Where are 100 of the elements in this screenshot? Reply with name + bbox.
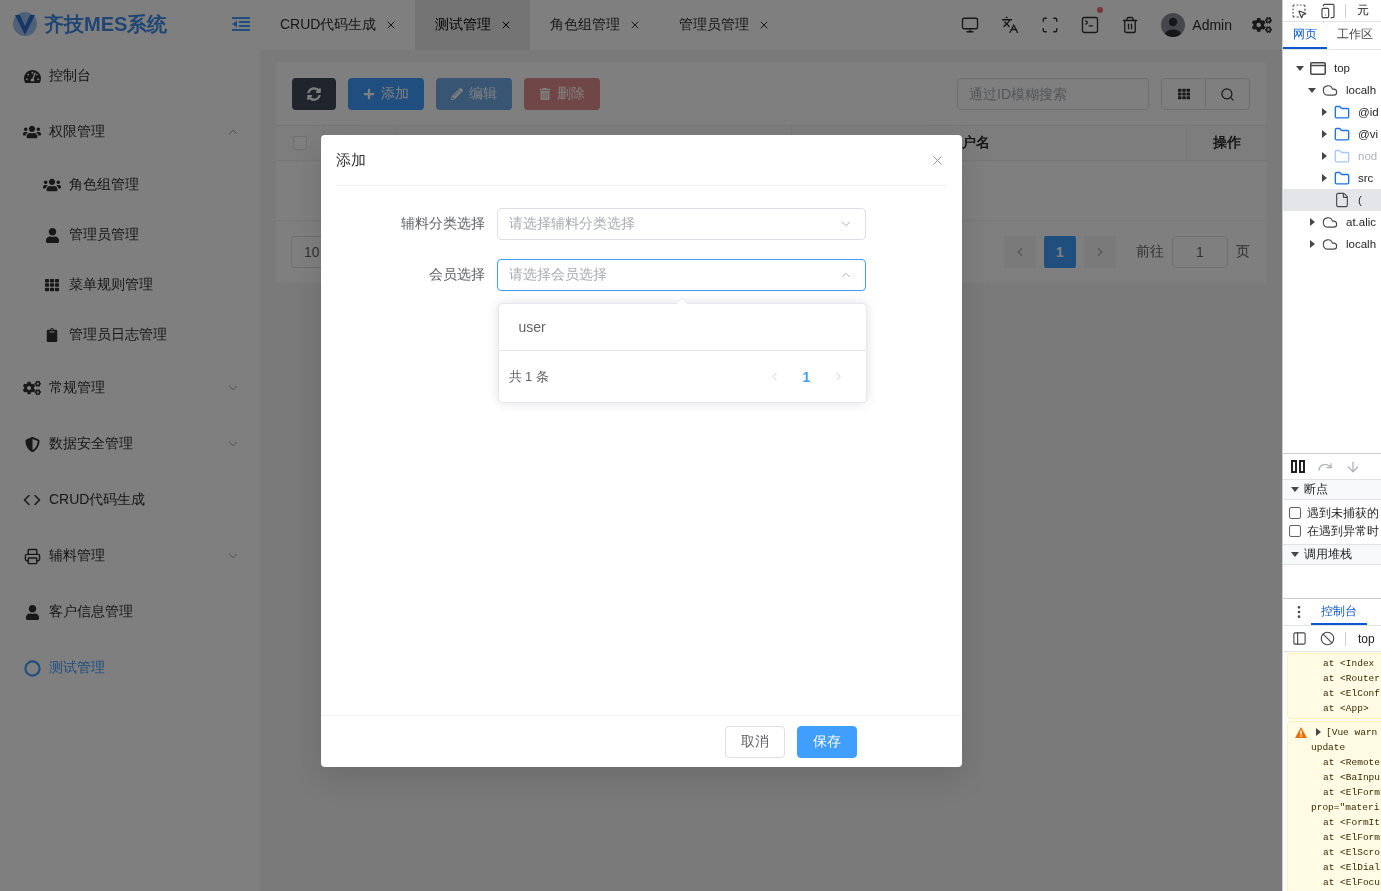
console-line: at <ElScro [1322, 846, 1381, 860]
menu-item[interactable]: 数据安全管理 [0, 416, 260, 472]
caret-right-icon[interactable] [1321, 174, 1327, 182]
menu-item[interactable]: 权限管理 [0, 104, 260, 160]
monitor-icon[interactable] [961, 16, 980, 34]
total-count: 共 1 条 [508, 367, 549, 386]
console-line: at <ElDial [1322, 861, 1381, 875]
console-line: update [1310, 741, 1347, 755]
caret-down-icon[interactable] [1291, 552, 1299, 557]
trash-icon[interactable] [1121, 16, 1140, 34]
tree-item[interactable]: localh [1283, 233, 1381, 255]
select-field[interactable]: 请选择会员选择 [496, 259, 866, 291]
shield-icon [24, 436, 40, 452]
menu-item[interactable]: 管理员管理 [0, 210, 260, 260]
avatar-icon[interactable] [1161, 13, 1186, 37]
form-label: 辅料分类选择 [399, 215, 486, 233]
file-icon [1334, 192, 1350, 208]
column-header: 操作 [1212, 134, 1241, 152]
ring-icon [23, 659, 41, 677]
select-field[interactable]: 请选择辅料分类选择 [496, 208, 866, 240]
window-icon [1310, 61, 1326, 75]
menu-item[interactable]: 客户信息管理 [0, 584, 260, 640]
caret-right-icon[interactable] [1316, 728, 1321, 736]
console-line: at <ElConf [1322, 687, 1381, 701]
pause-icon[interactable] [1291, 460, 1305, 473]
clear-console-icon[interactable] [1320, 631, 1335, 646]
menu-item[interactable]: 管理员日志管理 [0, 310, 260, 360]
menu-item[interactable]: 控制台 [0, 48, 260, 104]
device-toolbar-icon[interactable] [1320, 2, 1336, 19]
dropdown-option[interactable]: user [498, 310, 866, 344]
user-icon [44, 227, 60, 243]
checkbox[interactable] [1289, 507, 1301, 519]
fullscreen-icon[interactable] [1041, 16, 1060, 34]
grid-icon [45, 278, 59, 292]
grid-icon [1177, 88, 1190, 100]
warning-icon [1295, 726, 1307, 738]
section-header[interactable]: 断点 [1283, 480, 1381, 500]
caret-down-icon[interactable] [1291, 487, 1299, 492]
caret-right-icon[interactable] [1309, 240, 1315, 248]
devtools-tab[interactable]: 网页 [1283, 22, 1327, 49]
caret-right-icon[interactable] [1309, 218, 1315, 226]
plus-icon [363, 88, 375, 100]
save-button[interactable]: 保存 [796, 725, 857, 758]
column-header: 户名 [961, 134, 990, 152]
section-header[interactable]: 调用堆栈 [1283, 545, 1381, 565]
menu-item[interactable]: 辅料管理 [0, 528, 260, 584]
console-line: at <ElForm [1322, 831, 1381, 845]
console-line: at <Remote [1322, 756, 1381, 770]
translate-icon[interactable] [1001, 16, 1020, 34]
inspect-icon[interactable] [1291, 2, 1307, 19]
menu-item[interactable]: 常规管理 [0, 360, 260, 416]
app-title: 齐技MES系统 [44, 11, 168, 37]
panel-tab[interactable]: 元 [1357, 2, 1369, 19]
context-select[interactable]: top [1358, 631, 1375, 646]
checkbox[interactable] [1289, 525, 1301, 537]
console-line: at <ElForm [1322, 786, 1381, 800]
caret-down-icon[interactable] [1308, 87, 1316, 93]
user-name[interactable]: Admin [1192, 17, 1232, 33]
tree-item[interactable]: @vi [1283, 123, 1381, 145]
refresh-icon [307, 87, 321, 101]
console-line: at <ElFocu [1322, 876, 1381, 890]
goto-page-field[interactable]: 1 [1172, 236, 1228, 268]
pencil-icon [451, 88, 463, 100]
tree-item[interactable]: at.alic [1283, 211, 1381, 233]
cancel-button[interactable]: 取消 [724, 725, 785, 758]
terminal-icon[interactable] [1080, 15, 1101, 35]
trash-icon [539, 88, 551, 100]
tree-item[interactable]: localh [1283, 79, 1381, 101]
users-icon [43, 176, 61, 194]
printer-icon [23, 547, 41, 565]
refresh-button[interactable] [292, 78, 336, 110]
folder-icon [1334, 103, 1350, 121]
grid-button[interactable] [1161, 78, 1206, 110]
sidebar-toggle-icon[interactable] [1292, 631, 1307, 646]
console-line: [Vue warn [1326, 725, 1378, 740]
devtools-tab[interactable]: 工作区 [1327, 22, 1381, 49]
form-label: 会员选择 [427, 266, 486, 284]
search-button[interactable] [1205, 78, 1250, 110]
menu-item[interactable]: 角色组管理 [0, 160, 260, 210]
page-number[interactable]: 1 [790, 368, 823, 385]
tree-item[interactable]: ( [1283, 189, 1381, 211]
tree-item[interactable]: @id [1283, 101, 1381, 123]
drawer-tab[interactable]: 控制台 [1311, 599, 1367, 625]
users-icon [23, 123, 41, 141]
notification-dot-icon [1097, 7, 1104, 13]
console-line: at <Index [1322, 657, 1376, 671]
tree-item[interactable]: src [1283, 167, 1381, 189]
nav-tab[interactable]: 测试管理 [415, 0, 531, 50]
checkbox-label: 遇到未捕获的 [1307, 504, 1379, 522]
checkbox-label: 在遇到异常时 [1307, 522, 1379, 540]
settings-icon[interactable] [1252, 15, 1272, 35]
caret-right-icon[interactable] [1321, 130, 1327, 138]
menu-item[interactable]: CRUD代码生成 [0, 472, 260, 528]
caret-right-icon[interactable] [1321, 108, 1327, 116]
user-icon [24, 604, 40, 620]
menu-item[interactable]: 菜单规则管理 [0, 260, 260, 310]
page-unit-label: 页 [1236, 243, 1250, 261]
console-line: at <Router [1322, 672, 1381, 686]
caret-down-icon[interactable] [1296, 65, 1304, 71]
tree-item[interactable]: top [1283, 57, 1381, 79]
